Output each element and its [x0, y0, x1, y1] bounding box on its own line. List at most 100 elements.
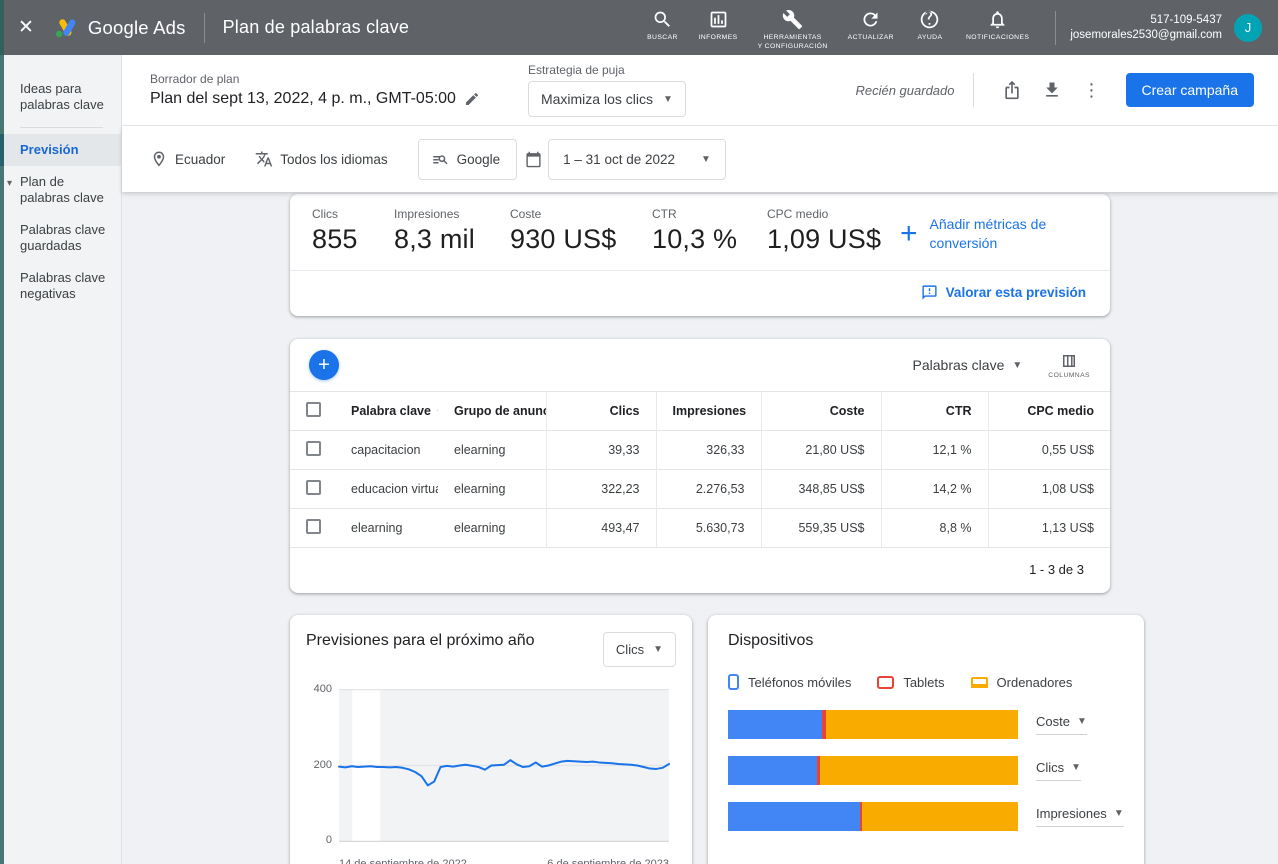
- metric-coste: Coste 930 US$: [510, 207, 652, 255]
- nav-notifications[interactable]: NOTIFICACIONES: [956, 3, 1039, 44]
- sidebar-item-guardadas[interactable]: Palabras clave guardadas: [0, 214, 121, 262]
- nav-help[interactable]: AYUDA: [904, 3, 956, 44]
- metric-ctr: CTR 10,3 %: [652, 207, 767, 255]
- topbar-nav: BUSCAR INFORMES HERRAMIENTAS Y CONFIGURA…: [636, 3, 1039, 53]
- metric-label: Coste: [510, 207, 652, 221]
- device-bar: [728, 756, 1018, 785]
- rate-forecast-label: Valorar esta previsión: [946, 285, 1086, 300]
- edit-pencil-icon[interactable]: [464, 91, 480, 107]
- topbar: ✕ Google Ads Plan de palabras clave BUSC…: [0, 0, 1278, 55]
- account-info: 517-109-5437 josemorales2530@gmail.com: [1070, 13, 1222, 43]
- view-selector-dropdown[interactable]: Palabras clave ▼: [913, 357, 1023, 373]
- add-conversion-metrics-button[interactable]: + Añadir métricas de conversión: [900, 215, 1080, 253]
- account-phone: 517-109-5437: [1070, 13, 1222, 28]
- view-selector-label: Palabras clave: [913, 357, 1005, 373]
- columns-button[interactable]: COLUMNAS: [1048, 352, 1090, 379]
- sidebar-item-prevision[interactable]: Previsión: [0, 134, 121, 166]
- col-header-adgroup[interactable]: Grupo de anuncios: [438, 392, 546, 431]
- plot-area: [339, 689, 669, 842]
- row-checkbox[interactable]: [306, 441, 321, 456]
- columns-icon: [1060, 352, 1078, 370]
- date-range-select[interactable]: 1 – 31 oct de 2022 ▼: [548, 139, 726, 180]
- strategy-label: Estrategia de puja: [528, 63, 686, 77]
- forecast-chart-title: Previsiones para el próximo año: [306, 632, 535, 650]
- row-checkbox[interactable]: [306, 480, 321, 495]
- location-filter[interactable]: Ecuador: [150, 150, 225, 168]
- col-header-ctr[interactable]: CTR: [881, 392, 988, 431]
- sort-ascending-icon: ↑: [436, 406, 438, 418]
- chevron-down-icon: ▼: [1012, 360, 1022, 371]
- plan-title-block: Borrador de plan Plan del sept 13, 2022,…: [150, 72, 480, 108]
- sidebar-item-plan[interactable]: ▾ Plan de palabras clave: [0, 166, 121, 214]
- add-conversion-label: Añadir métricas de conversión: [930, 215, 1080, 253]
- filter-bar: Ecuador Todos los idiomas Google 1 – 31 …: [122, 126, 1278, 192]
- device-bar: [728, 710, 1018, 739]
- nav-search[interactable]: BUSCAR: [636, 3, 688, 44]
- page-title: Plan de palabras clave: [223, 17, 410, 38]
- nav-refresh[interactable]: ACTUALIZAR: [838, 3, 904, 44]
- close-icon[interactable]: ✕: [18, 18, 34, 37]
- metrics-card: Clics 855 Impresiones 8,3 mil Coste 930 …: [290, 194, 1110, 316]
- device-metric-select-clics[interactable]: Clics▼: [1036, 760, 1081, 781]
- cell-cost: 21,80 US$: [761, 431, 881, 470]
- x-axis-start-label: 14 de septiembre de 2022: [339, 858, 467, 864]
- reports-icon: [708, 9, 729, 30]
- col-header-cost[interactable]: Coste: [761, 392, 881, 431]
- columns-button-label: COLUMNAS: [1048, 372, 1090, 379]
- bell-icon: [987, 9, 1008, 30]
- col-header-clicks[interactable]: Clics: [546, 392, 656, 431]
- nav-tools[interactable]: HERRAMIENTAS Y CONFIGURACIÓN: [748, 3, 838, 53]
- create-campaign-button[interactable]: Crear campaña: [1126, 73, 1255, 107]
- col-header-keyword[interactable]: Palabra clave↑: [335, 392, 438, 431]
- sidebar-divider: [20, 127, 103, 128]
- y-tick-0: 0: [306, 834, 332, 846]
- sidebar-item-plan-label: Plan de palabras clave: [20, 174, 104, 205]
- bar-segment-mobile: [728, 710, 822, 739]
- table-row[interactable]: educacion virtual elearning 322,23 2.276…: [290, 470, 1110, 509]
- metric-value: 930 US$: [510, 224, 652, 255]
- calendar-icon[interactable]: [525, 151, 542, 168]
- col-header-cpc[interactable]: CPC medio: [988, 392, 1110, 431]
- col-header-impressions[interactable]: Impresiones: [656, 392, 761, 431]
- table-row[interactable]: capacitacion elearning 39,33 326,33 21,8…: [290, 431, 1110, 470]
- select-all-checkbox[interactable]: [306, 402, 321, 417]
- screen-edge-artifact: [0, 0, 4, 864]
- download-button[interactable]: [1032, 70, 1072, 110]
- language-filter[interactable]: Todos los idiomas: [255, 150, 387, 168]
- nav-refresh-label: ACTUALIZAR: [848, 34, 894, 42]
- device-row-clics: Clics▼: [728, 756, 1124, 785]
- tools-icon: [782, 9, 803, 30]
- nav-reports[interactable]: INFORMES: [688, 3, 747, 44]
- cell-cpc: 1,08 US$: [988, 470, 1110, 509]
- device-bar: [728, 802, 1018, 831]
- strategy-select[interactable]: Maximiza los clics ▼: [528, 81, 686, 117]
- cell-ctr: 12,1 %: [881, 431, 988, 470]
- device-metric-select-impresiones[interactable]: Impresiones▼: [1036, 806, 1124, 827]
- table-row[interactable]: elearning elearning 493,47 5.630,73 559,…: [290, 509, 1110, 548]
- chart-metric-select[interactable]: Clics ▼: [603, 632, 676, 667]
- nav-notifications-label: NOTIFICACIONES: [966, 34, 1029, 42]
- device-metric-select-coste[interactable]: Coste▼: [1036, 714, 1087, 735]
- share-button[interactable]: [992, 70, 1032, 110]
- sidebar-item-negativas[interactable]: Palabras clave negativas: [0, 262, 121, 310]
- cell-keyword: educacion virtual: [335, 470, 438, 509]
- keywords-table: Palabra clave↑ Grupo de anuncios Clics I…: [290, 391, 1110, 547]
- bar-segment-mobile: [728, 756, 817, 785]
- avatar[interactable]: J: [1234, 14, 1262, 42]
- network-select[interactable]: Google: [418, 139, 518, 180]
- keywords-toolbar: + Palabras clave ▼ COLUMNAS: [290, 339, 1110, 391]
- search-icon: [652, 9, 673, 30]
- content: Borrador de plan Plan del sept 13, 2022,…: [122, 55, 1278, 864]
- add-keyword-button[interactable]: +: [309, 350, 339, 380]
- sidebar-item-ideas[interactable]: Ideas para palabras clave: [0, 73, 121, 121]
- metric-label: Impresiones: [394, 207, 510, 221]
- row-checkbox[interactable]: [306, 519, 321, 534]
- legend-tablet: Tablets: [877, 674, 944, 690]
- metric-label: Clics: [312, 207, 394, 221]
- account-separator: [1055, 11, 1056, 45]
- scroll-area[interactable]: Clics 855 Impresiones 8,3 mil Coste 930 …: [122, 192, 1278, 864]
- x-axis-end-label: 6 de septiembre de 2023: [547, 858, 669, 864]
- rate-forecast-button[interactable]: Valorar esta previsión: [290, 271, 1110, 316]
- main-layout: Ideas para palabras clave Previsión ▾ Pl…: [0, 55, 1278, 864]
- more-options-button[interactable]: ⋮: [1072, 70, 1112, 110]
